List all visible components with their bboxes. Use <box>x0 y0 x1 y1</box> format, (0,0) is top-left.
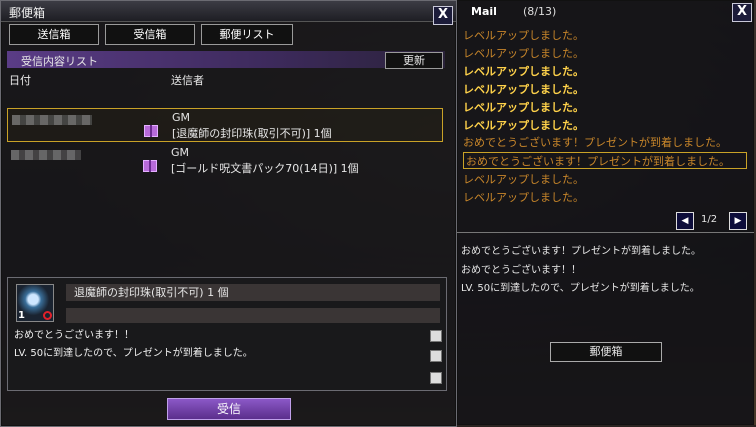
mail-detail-panel: 1 退魔師の封印珠(取引不可) 1 個 おめでとうございます！！ LV. 50に… <box>7 277 447 391</box>
notification-item[interactable]: レベルアップしました。 <box>463 117 747 134</box>
gift-icon <box>143 160 157 172</box>
notification-item[interactable]: レベルアップしました。 <box>463 63 747 80</box>
notification-count: (8/13) <box>523 5 557 18</box>
received-list-header: 受信内容リスト 更新 <box>7 51 445 69</box>
tab-inbox[interactable]: 受信箱 <box>105 24 195 45</box>
column-date: 日付 <box>9 74 31 87</box>
no-trade-icon <box>43 311 52 320</box>
mail-item: [ゴールド呪文書パック70(14日)] 1個 <box>171 162 359 175</box>
mailbox-title: 郵便箱 <box>9 6 46 20</box>
mail-message-line: LV. 50に到達したので、プレゼントが到着しました。 <box>14 348 253 359</box>
item-quantity: 1 <box>18 310 25 321</box>
divider <box>457 232 754 233</box>
attached-item-slot <box>66 308 440 323</box>
tab-outbox[interactable]: 送信箱 <box>9 24 99 45</box>
prev-page-button[interactable]: ◀ <box>676 212 694 230</box>
attached-item-name: 退魔師の封印珠(取引不可) 1 個 <box>66 284 440 301</box>
scroll-down-button[interactable] <box>430 372 442 384</box>
received-list-title: 受信内容リスト <box>21 55 98 68</box>
next-page-button[interactable]: ▶ <box>729 212 747 230</box>
gift-icon <box>144 125 158 137</box>
date-redacted <box>12 115 92 125</box>
notification-item[interactable]: レベルアップしました。 <box>463 45 747 62</box>
mail-notification-window: Mail (8/13) X レベルアップしました。 レベルアップしました。 レベ… <box>457 0 754 425</box>
notification-item[interactable]: レベルアップしました。 <box>463 81 747 98</box>
tab-mail-list[interactable]: 郵便リスト <box>201 24 293 45</box>
mail-message-line: おめでとうございます！！ <box>14 330 134 341</box>
seal-orb-icon[interactable]: 1 <box>16 284 54 322</box>
notification-message-line: LV. 50に到達したので、プレゼントが到着しました。 <box>461 283 700 294</box>
notification-item[interactable]: レベルアップしました。 <box>463 189 747 206</box>
mail-sender: GM <box>172 111 191 124</box>
column-sender: 送信者 <box>171 74 204 87</box>
mail-row[interactable]: GM [退魔師の封印珠(取引不可)] 1個 <box>7 108 443 142</box>
date-redacted <box>11 150 81 160</box>
refresh-button[interactable]: 更新 <box>385 52 443 69</box>
receive-button[interactable]: 受信 <box>167 398 291 420</box>
mail-item: [退魔師の封印珠(取引不可)] 1個 <box>172 127 332 140</box>
mailbox-window: 郵便箱 X 送信箱 受信箱 郵便リスト 受信内容リスト 更新 日付 送信者 GM… <box>0 0 457 427</box>
mailbox-close-button[interactable]: X <box>433 6 453 25</box>
notification-title: Mail <box>471 5 497 18</box>
notification-item[interactable]: レベルアップしました。 <box>463 99 747 116</box>
notification-message-line: おめでとうございます！プレゼントが到着しました。 <box>461 246 701 257</box>
open-mailbox-button[interactable]: 郵便箱 <box>550 342 662 362</box>
notification-item[interactable]: レベルアップしました。 <box>463 27 747 44</box>
notification-item[interactable]: おめでとうございます！プレゼントが到着しました。 <box>463 134 747 151</box>
notification-item[interactable]: レベルアップしました。 <box>463 171 747 188</box>
mailbox-titlebar[interactable]: 郵便箱 <box>1 1 456 22</box>
mail-sender: GM <box>171 146 190 159</box>
scroll-up-button[interactable] <box>430 330 442 342</box>
page-indicator: 1/2 <box>701 214 718 225</box>
notification-item-selected[interactable]: おめでとうございます！プレゼントが到着しました。 <box>463 152 747 169</box>
notification-close-button[interactable]: X <box>732 3 752 22</box>
scroll-thumb[interactable] <box>430 350 442 362</box>
mail-row[interactable]: GM [ゴールド呪文書パック70(14日)] 1個 <box>7 144 443 178</box>
notification-message-line: おめでとうございます！！ <box>461 265 581 276</box>
